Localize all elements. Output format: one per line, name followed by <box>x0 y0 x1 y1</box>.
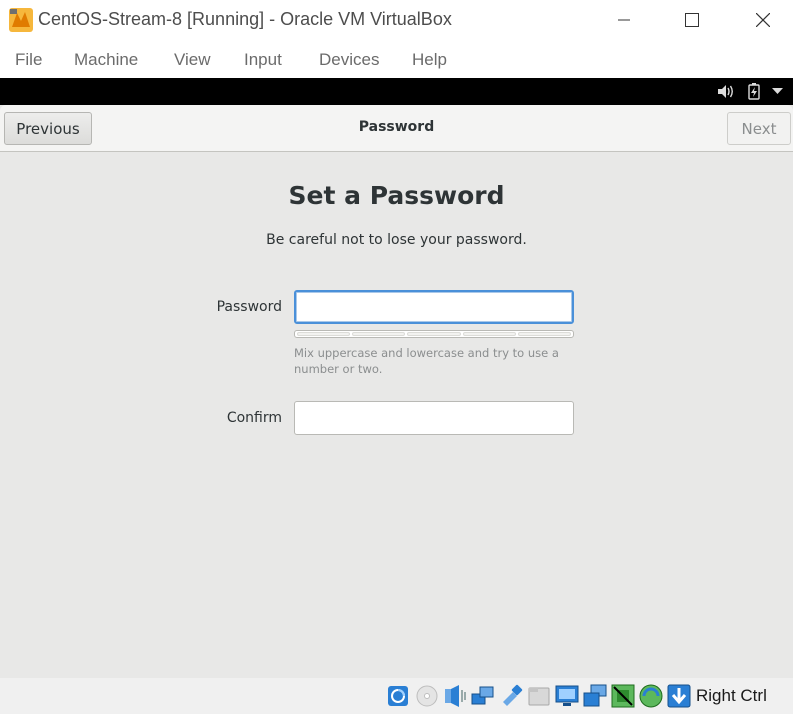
video-capture-icon[interactable] <box>583 684 607 708</box>
menu-devices[interactable]: Devices <box>319 50 379 70</box>
host-key-label: Right Ctrl <box>696 686 767 705</box>
confirm-field[interactable] <box>294 401 574 435</box>
volume-icon[interactable] <box>717 83 735 100</box>
status-bar: Right Ctrl <box>0 678 793 714</box>
window-title: CentOS-Stream-8 [Running] - Oracle VM Vi… <box>38 9 452 29</box>
maximize-icon <box>685 13 699 27</box>
menu-bar: File Machine View Input Devices Help <box>0 40 793 78</box>
strength-segment <box>517 332 572 336</box>
page-subtitle: Be careful not to lose your password. <box>266 232 527 248</box>
confirm-label: Confirm <box>226 410 282 426</box>
menu-help[interactable]: Help <box>412 50 447 70</box>
window-titlebar: CentOS-Stream-8 [Running] - Oracle VM Vi… <box>0 0 793 40</box>
password-strength-bar <box>294 330 574 338</box>
minimize-button[interactable] <box>601 4 647 36</box>
menu-machine[interactable]: Machine <box>74 50 138 70</box>
close-icon <box>756 13 770 27</box>
network-icon[interactable] <box>471 684 495 708</box>
menu-input[interactable]: Input <box>244 50 282 70</box>
strength-segment <box>462 332 516 336</box>
password-field[interactable] <box>294 290 574 324</box>
next-button[interactable]: Next <box>727 112 791 145</box>
page-title: Set a Password <box>288 181 505 210</box>
close-button[interactable] <box>740 4 786 36</box>
virtualbox-logo-icon <box>9 8 33 32</box>
menu-file[interactable]: File <box>15 50 42 70</box>
installer-header: Previous Password Next <box>0 105 793 152</box>
guest-screen: Previous Password Next Set a Password Be… <box>0 105 793 678</box>
password-hint: Mix uppercase and lowercase and try to u… <box>294 346 559 376</box>
audio-icon[interactable] <box>443 684 467 708</box>
host-key-arrow-icon[interactable] <box>667 684 691 708</box>
display-icon[interactable] <box>555 684 579 708</box>
guest-top-bar <box>0 78 793 105</box>
dropdown-arrow-icon[interactable] <box>772 87 783 95</box>
optical-drive-icon[interactable] <box>415 684 439 708</box>
usb-icon[interactable] <box>499 684 523 708</box>
password-label: Password <box>216 299 282 315</box>
strength-segment <box>352 332 406 336</box>
hard-disk-icon[interactable] <box>386 684 410 708</box>
menu-view[interactable]: View <box>174 50 211 70</box>
mouse-integration-icon[interactable] <box>639 684 663 708</box>
minimize-icon <box>618 19 630 21</box>
strength-segment <box>297 332 351 336</box>
shared-folders-icon[interactable] <box>527 684 551 708</box>
cpu-icon[interactable] <box>611 684 635 708</box>
strength-segment <box>407 332 461 336</box>
maximize-button[interactable] <box>669 4 715 36</box>
battery-icon[interactable] <box>748 83 760 100</box>
header-title: Password <box>358 119 435 135</box>
